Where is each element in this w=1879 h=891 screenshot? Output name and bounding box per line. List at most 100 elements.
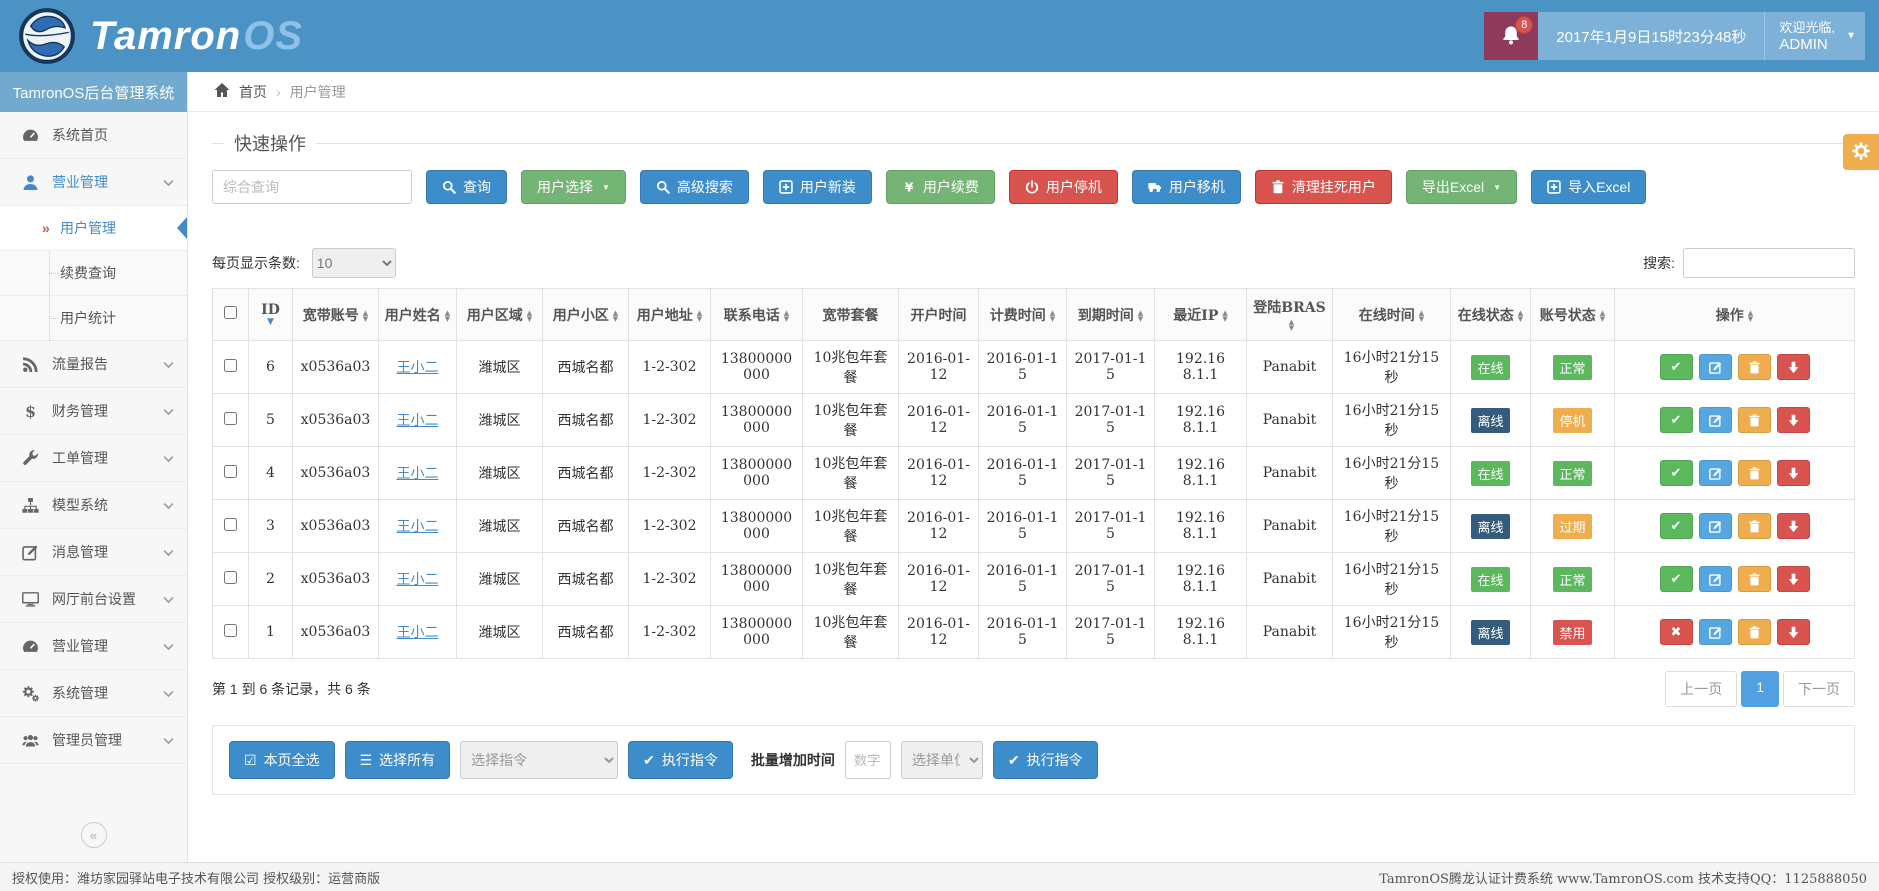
enable-user-button[interactable]: ✔ xyxy=(1660,407,1693,433)
sidebar-subitem-label: 用户管理 xyxy=(60,218,116,238)
column-header-3[interactable]: 用户区域▲▼ xyxy=(457,289,543,341)
delete-user-button[interactable] xyxy=(1738,619,1771,645)
column-header-6[interactable]: 联系电话▲▼ xyxy=(711,289,803,341)
row-checkbox[interactable] xyxy=(224,465,237,478)
disable-user-button[interactable]: ✖ xyxy=(1660,619,1693,645)
sidebar-item-6[interactable]: 消息管理 xyxy=(0,529,187,576)
sidebar-item-4[interactable]: 工单管理 xyxy=(0,435,187,482)
delete-user-button[interactable] xyxy=(1738,460,1771,486)
download-user-button[interactable] xyxy=(1777,354,1810,380)
execute-command-button[interactable]: ✔ 执行指令 xyxy=(628,741,733,779)
row-checkbox[interactable] xyxy=(224,571,237,584)
column-header-5[interactable]: 用户地址▲▼ xyxy=(629,289,711,341)
time-unit-select[interactable]: 选择单位 xyxy=(901,741,983,779)
admin-menu[interactable]: 欢迎光临, ADMIN ▼ xyxy=(1764,12,1865,60)
edit-user-button[interactable] xyxy=(1699,354,1732,380)
suspend-user-button[interactable]: 用户停机 xyxy=(1009,170,1118,204)
row-checkbox[interactable] xyxy=(224,518,237,531)
column-header-14[interactable]: 在线状态▲▼ xyxy=(1451,289,1531,341)
delete-user-button[interactable] xyxy=(1738,354,1771,380)
execute-bulk-time-button[interactable]: ✔ 执行指令 xyxy=(993,741,1098,779)
column-header-8[interactable]: 开户时间 xyxy=(899,289,979,341)
sidebar-collapse-button[interactable]: « xyxy=(81,822,107,848)
import-excel-button[interactable]: 导入Excel xyxy=(1531,170,1646,204)
table-search-input[interactable] xyxy=(1683,248,1855,278)
row-checkbox[interactable] xyxy=(224,624,237,637)
enable-user-button[interactable]: ✔ xyxy=(1660,460,1693,486)
sidebar-subitem-1[interactable]: 续费查询 xyxy=(0,251,187,296)
page-size-select[interactable]: 10 xyxy=(312,248,396,278)
user-select-button[interactable]: 用户选择▼ xyxy=(521,170,626,204)
sidebar-item-3[interactable]: $ 财务管理 xyxy=(0,388,187,435)
user-name-link[interactable]: 王小二 xyxy=(397,360,439,376)
combined-query-input[interactable] xyxy=(212,170,412,204)
delete-user-button[interactable] xyxy=(1738,566,1771,592)
renew-user-button[interactable]: ¥用户续费 xyxy=(886,170,995,204)
select-all-page-button[interactable]: ☑ 本页全选 xyxy=(229,741,335,779)
download-user-button[interactable] xyxy=(1777,407,1810,433)
edit-user-button[interactable] xyxy=(1699,460,1732,486)
move-user-button[interactable]: 用户移机 xyxy=(1132,170,1241,204)
column-header-1[interactable]: 宽带账号▲▼ xyxy=(293,289,379,341)
sidebar-item-9[interactable]: 系统管理 xyxy=(0,670,187,717)
sidebar-item-8[interactable]: 营业管理 xyxy=(0,623,187,670)
download-user-button[interactable] xyxy=(1777,460,1810,486)
sidebar-item-1[interactable]: 营业管理 xyxy=(0,159,187,206)
delete-user-button[interactable] xyxy=(1738,513,1771,539)
sidebar-item-2[interactable]: 流量报告 xyxy=(0,341,187,388)
row-checkbox[interactable] xyxy=(224,359,237,372)
column-header-2[interactable]: 用户姓名▲▼ xyxy=(379,289,457,341)
new-user-button[interactable]: 用户新装 xyxy=(763,170,872,204)
sidebar-subitem-0[interactable]: » 用户管理 xyxy=(0,206,187,251)
command-select[interactable]: 选择指令 xyxy=(460,741,618,779)
enable-user-button[interactable]: ✔ xyxy=(1660,354,1693,380)
download-user-button[interactable] xyxy=(1777,566,1810,592)
user-name-link[interactable]: 王小二 xyxy=(397,572,439,588)
cell-online-time: 16小时21分15秒 xyxy=(1333,341,1451,394)
user-name-link[interactable]: 王小二 xyxy=(397,413,439,429)
edit-user-button[interactable] xyxy=(1699,566,1732,592)
sidebar-item-10[interactable]: 管理员管理 xyxy=(0,717,187,764)
select-all-button[interactable]: ☰ 选择所有 xyxy=(345,741,451,779)
page-1-button[interactable]: 1 xyxy=(1741,671,1779,707)
enable-user-button[interactable]: ✔ xyxy=(1660,513,1693,539)
next-page-button[interactable]: 下一页 xyxy=(1783,671,1855,707)
notifications-button[interactable]: 8 xyxy=(1484,12,1538,60)
download-user-button[interactable] xyxy=(1777,619,1810,645)
delete-user-button[interactable] xyxy=(1738,407,1771,433)
column-header-16[interactable]: 操作▲▼ xyxy=(1615,289,1855,341)
breadcrumb-home[interactable]: 首页 xyxy=(239,82,267,102)
edit-user-button[interactable] xyxy=(1699,619,1732,645)
prev-page-button[interactable]: 上一页 xyxy=(1665,671,1737,707)
column-header-7[interactable]: 宽带套餐 xyxy=(803,289,899,341)
sidebar-subitem-2[interactable]: 用户统计 xyxy=(0,296,187,341)
column-header-11[interactable]: 最近IP▲▼ xyxy=(1155,289,1247,341)
cleanup-dead-users-button[interactable]: 清理挂死用户 xyxy=(1255,170,1392,204)
sidebar-item-0[interactable]: 系统首页 xyxy=(0,112,187,159)
select-all-checkbox[interactable] xyxy=(224,306,237,319)
user-name-link[interactable]: 王小二 xyxy=(397,466,439,482)
enable-user-button[interactable]: ✔ xyxy=(1660,566,1693,592)
column-header-10[interactable]: 到期时间▲▼ xyxy=(1067,289,1155,341)
sidebar-item-5[interactable]: 模型系统 xyxy=(0,482,187,529)
edit-user-button[interactable] xyxy=(1699,407,1732,433)
edit-user-button[interactable] xyxy=(1699,513,1732,539)
export-excel-button[interactable]: 导出Excel▼ xyxy=(1406,170,1517,204)
row-checkbox[interactable] xyxy=(224,412,237,425)
user-name-link[interactable]: 王小二 xyxy=(397,625,439,641)
column-header-15[interactable]: 账号状态▲▼ xyxy=(1531,289,1615,341)
settings-flyout-button[interactable] xyxy=(1843,134,1879,170)
search-button[interactable]: 查询 xyxy=(426,170,507,204)
cell-community: 西城名都 xyxy=(543,500,629,553)
user-name-link[interactable]: 王小二 xyxy=(397,519,439,535)
download-user-button[interactable] xyxy=(1777,513,1810,539)
column-header-4[interactable]: 用户小区▲▼ xyxy=(543,289,629,341)
sidebar-item-7[interactable]: 网厅前台设置 xyxy=(0,576,187,623)
column-header-13[interactable]: 在线时间▲▼ xyxy=(1333,289,1451,341)
column-header-0[interactable]: ID▼ xyxy=(249,289,293,341)
advanced-search-button[interactable]: 高级搜索 xyxy=(640,170,749,204)
column-header-12[interactable]: 登陆BRAS▲▼ xyxy=(1247,289,1333,341)
cell-plan: 10兆包年套餐 xyxy=(803,606,899,659)
bulk-time-number-input[interactable] xyxy=(845,741,891,779)
column-header-9[interactable]: 计费时间▲▼ xyxy=(979,289,1067,341)
